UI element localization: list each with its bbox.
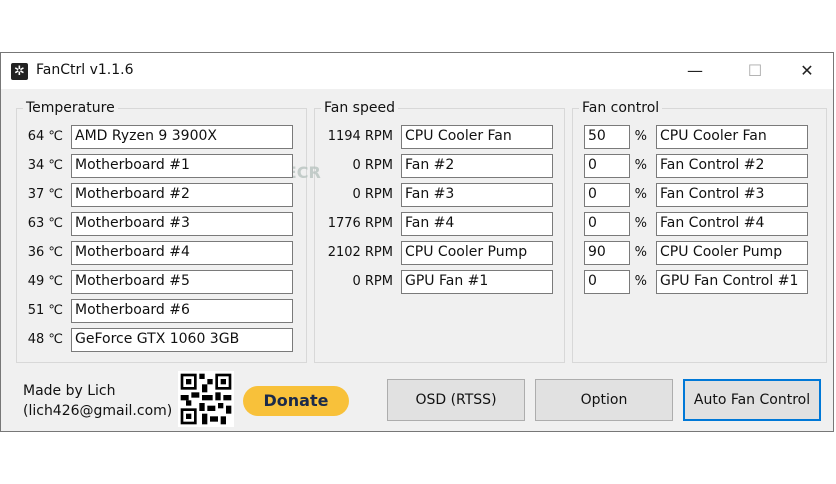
option-button[interactable]: Option [535,379,673,421]
close-button[interactable]: ✕ [787,57,827,85]
temperature-value: 51 ℃ [27,303,63,318]
fan-rpm-value: 0 RPM [352,274,394,289]
percent-unit: % [634,187,647,202]
donate-button[interactable]: Donate [243,386,349,416]
title-bar: ✲ FanCtrl v1.1.6 — ☐ ✕ [1,53,833,89]
temperature-value: 49 ℃ [27,274,63,289]
fan-name-field[interactable]: CPU Cooler Pump [401,241,553,265]
sensor-name-field[interactable]: Motherboard #5 [71,270,293,294]
percent-unit: % [634,158,647,173]
percent-unit: % [634,274,647,289]
window-title: FanCtrl v1.1.6 [36,62,134,78]
fan-name-field[interactable]: Fan #4 [401,212,553,236]
auto-fan-control-button[interactable]: Auto Fan Control [683,379,821,421]
fan-control-percent-input[interactable]: 90 [584,241,630,265]
sensor-name-field[interactable]: AMD Ryzen 9 3900X [71,125,293,149]
author-info: Made by Lich (lich426@gmail.com) [23,381,172,421]
sensor-name-field[interactable]: Motherboard #4 [71,241,293,265]
fan-control-label: Fan control [579,100,663,116]
fan-rpm-value: 2102 RPM [327,245,393,260]
temperature-value: 37 ℃ [27,187,63,202]
fan-icon: ✲ [11,63,28,80]
fan-control-percent-input[interactable]: 0 [584,154,630,178]
temperature-value: 48 ℃ [27,332,63,347]
fanctrl-window: ✲ FanCtrl v1.1.6 — ☐ ✕ Temperature Fan s… [0,52,834,432]
made-by-text: Made by Lich [23,383,116,399]
fan-control-name-field[interactable]: CPU Cooler Pump [656,241,808,265]
percent-unit: % [634,129,647,144]
percent-unit: % [634,245,647,260]
fan-name-field[interactable]: CPU Cooler Fan [401,125,553,149]
qr-code [178,371,234,427]
fan-rpm-value: 0 RPM [352,187,394,202]
minimize-button[interactable]: — [675,57,715,85]
osd-rtss-button[interactable]: OSD (RTSS) [387,379,525,421]
sensor-name-field[interactable]: Motherboard #1 [71,154,293,178]
fan-control-percent-input[interactable]: 0 [584,183,630,207]
fan-control-percent-input[interactable]: 0 [584,212,630,236]
sensor-name-field[interactable]: GeForce GTX 1060 3GB [71,328,293,352]
sensor-name-field[interactable]: Motherboard #2 [71,183,293,207]
fan-rpm-value: 1194 RPM [327,129,393,144]
fan-control-percent-input[interactable]: 50 [584,125,630,149]
temperature-value: 63 ℃ [27,216,63,231]
fan-control-name-field[interactable]: CPU Cooler Fan [656,125,808,149]
fan-name-field[interactable]: GPU Fan #1 [401,270,553,294]
temperature-value: 36 ℃ [27,245,63,260]
fan-rpm-value: 1776 RPM [327,216,393,231]
fan-speed-label: Fan speed [321,100,398,116]
sensor-name-field[interactable]: Motherboard #6 [71,299,293,323]
email-text: (lich426@gmail.com) [23,403,173,419]
percent-unit: % [634,216,647,231]
fan-name-field[interactable]: Fan #2 [401,154,553,178]
fan-control-name-field[interactable]: Fan Control #4 [656,212,808,236]
fan-control-name-field[interactable]: GPU Fan Control #1 [656,270,808,294]
fan-control-percent-input[interactable]: 0 [584,270,630,294]
temperature-label: Temperature [23,100,118,116]
sensor-name-field[interactable]: Motherboard #3 [71,212,293,236]
fan-rpm-value: 0 RPM [352,158,394,173]
fan-control-name-field[interactable]: Fan Control #3 [656,183,808,207]
temperature-value: 34 ℃ [27,158,63,173]
fan-control-name-field[interactable]: Fan Control #2 [656,154,808,178]
temperature-value: 64 ℃ [27,129,63,144]
fan-name-field[interactable]: Fan #3 [401,183,553,207]
maximize-button[interactable]: ☐ [735,57,775,85]
